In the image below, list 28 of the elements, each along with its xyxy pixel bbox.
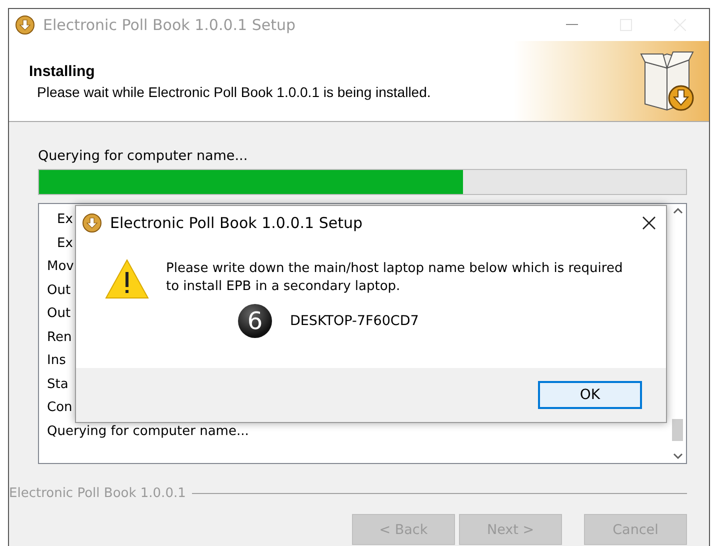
window-title: Electronic Poll Book 1.0.0.1 Setup [43, 16, 297, 34]
status-text: Querying for computer name... [38, 148, 249, 166]
log-entry: Sta [47, 376, 68, 394]
page-title: Installing [29, 62, 96, 80]
setup-icon [15, 15, 35, 35]
scroll-up-icon[interactable] [672, 208, 682, 214]
scroll-thumb[interactable] [672, 419, 683, 441]
dialog-message: Please write down the main/host laptop name below which is required to install EPB in a secondary laptop. [166, 260, 624, 296]
log-entry: Out [47, 282, 71, 300]
dialog-title: Electronic Poll Book 1.0.0.1 Setup [110, 214, 364, 232]
log-entry: Mov [47, 259, 74, 276]
close-icon[interactable] [642, 216, 656, 230]
log-entry: Ex [57, 212, 73, 229]
log-entry: Ins [47, 353, 66, 370]
step-badge: 6 [238, 304, 272, 338]
page-subtitle: Please wait while Electronic Poll Book 1.0.0.1 is being installed. [36, 84, 432, 100]
log-entry: Ex [57, 236, 73, 252]
log-entry: Ren [47, 330, 72, 346]
setup-icon [82, 213, 102, 233]
log-entry: Con [47, 400, 72, 417]
brand-text: Electronic Poll Book 1.0.0.1 [9, 486, 186, 501]
log-entry: Out [47, 306, 71, 323]
minimize-icon[interactable] [566, 24, 578, 26]
ok-button[interactable]: OK [538, 381, 642, 409]
warning-icon [104, 258, 150, 300]
computer-name: DESKTOP-7F60CD7 [290, 313, 419, 329]
log-entry: Querying for computer name... [47, 424, 249, 440]
scroll-down-icon[interactable] [672, 453, 682, 459]
